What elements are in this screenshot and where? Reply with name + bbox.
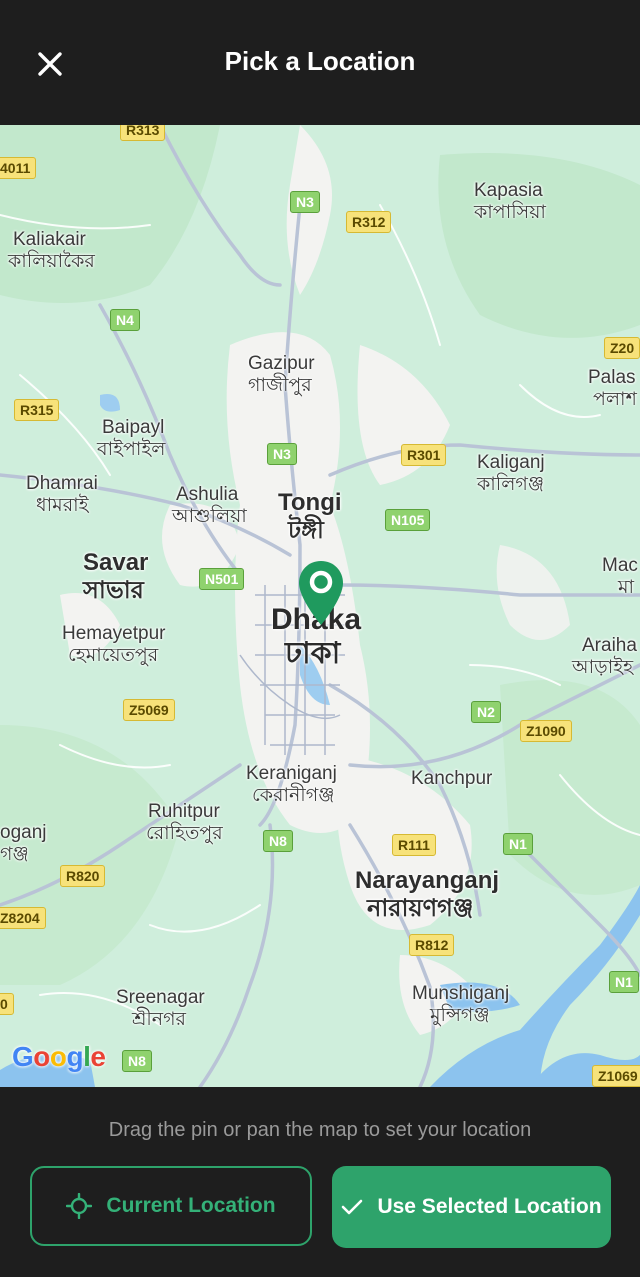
road-shield-r820: R820 (60, 865, 106, 887)
road-shield-r312: R312 (346, 211, 392, 233)
road-shield-r111: R111 (392, 834, 436, 856)
road-shield-n8-south: N8 (122, 1050, 152, 1072)
google-wordmark: Google (12, 1041, 106, 1072)
place-dhamrai: Dhamrai ধামরাই (26, 473, 98, 516)
use-selected-location-button[interactable]: Use Selected Location (332, 1166, 611, 1248)
road-shield-z1090: Z1090 (520, 720, 572, 742)
use-selected-location-label: Use Selected Location (377, 1195, 602, 1218)
place-araihazar: Araiha আড়াইহ (572, 635, 637, 678)
road-shield-z1069: Z1069 (592, 1065, 640, 1087)
place-munshiganj: Munshiganj মুন্সিগঞ্জ (412, 983, 510, 1026)
road-shield-n501: N501 (199, 568, 245, 590)
place-madhabdi: Mac মা (602, 555, 638, 598)
place-kanchpur: Kanchpur (411, 768, 493, 789)
road-shield-z20: Z20 (604, 337, 640, 359)
bottom-panel: Drag the pin or pan the map to set your … (0, 1087, 640, 1277)
map-pin-icon (299, 561, 343, 625)
place-kaliakair: Kaliakair কালিয়াকৈর (8, 229, 95, 272)
place-hemayetpur: Hemayetpur হেমায়েতপুর (62, 623, 166, 666)
map-view[interactable]: Kapasia কাপাসিয়া Kaliakair কালিয়াকৈর Gaz… (0, 125, 640, 1087)
road-shield-n105: N105 (385, 509, 431, 531)
road-shield-r315: R315 (14, 399, 60, 421)
top-app-bar: Pick a Location (0, 0, 640, 125)
place-baipayl: Baipayl বাইপাইল (97, 417, 166, 460)
road-shield-r313: R313 (120, 125, 166, 141)
page-title: Pick a Location (224, 46, 416, 76)
google-letter: e (90, 1041, 106, 1072)
place-kapasia: Kapasia কাপাসিয়া (474, 180, 546, 223)
place-keraniganj: Keraniganj কেরানীগঞ্জ (246, 763, 337, 806)
place-palash: Palas পলাশ (588, 367, 637, 410)
place-kaliganj: Kaliganj কালিগঞ্জ (477, 452, 545, 495)
road-shield-0: 0 (0, 993, 14, 1015)
place-gazipur: Gazipur গাজীপুর (248, 353, 315, 396)
road-shield-z8204: Z8204 (0, 907, 46, 929)
google-logo: Google (12, 1041, 106, 1073)
road-shield-n1: N1 (503, 833, 533, 855)
road-shield-r301: R301 (401, 444, 447, 466)
google-letter: o (33, 1041, 50, 1072)
road-shield-r812: R812 (409, 934, 455, 956)
road-shield-n3-south: N3 (267, 443, 297, 465)
road-shield-z5069: Z5069 (123, 699, 175, 721)
hint-text: Drag the pin or pan the map to set your … (108, 1119, 532, 1141)
road-shield-n1-east: N1 (609, 971, 639, 993)
place-narayanganj: Narayanganj নারায়ণগঞ্জ (355, 867, 500, 922)
place-ruhitpur: Ruhitpur রোহিতপুর (146, 801, 223, 844)
google-letter: g (66, 1041, 84, 1072)
road-shield-n3-north: N3 (290, 191, 320, 213)
check-icon (342, 1199, 363, 1215)
road-shield-n2: N2 (471, 701, 501, 723)
crosshair-icon (66, 1193, 93, 1219)
current-location-label: Current Location (106, 1194, 276, 1217)
road-shield-n4: N4 (110, 309, 140, 331)
place-ashulia: Ashulia আশুলিয়া (172, 484, 247, 527)
place-savar: Savar সাভার (83, 549, 149, 604)
google-letter: G (12, 1041, 34, 1072)
location-pin[interactable] (296, 559, 346, 629)
place-singair: oganj গঞ্জ (0, 822, 47, 865)
road-shield-n8: N8 (263, 830, 293, 852)
current-location-button[interactable]: Current Location (30, 1166, 312, 1246)
place-sreenagar: Sreenagar শ্রীনগর (116, 987, 205, 1030)
road-shield-4011: 4011 (0, 157, 37, 179)
google-letter: o (49, 1041, 67, 1072)
place-tongi: Tongi টঙ্গী (278, 489, 342, 544)
